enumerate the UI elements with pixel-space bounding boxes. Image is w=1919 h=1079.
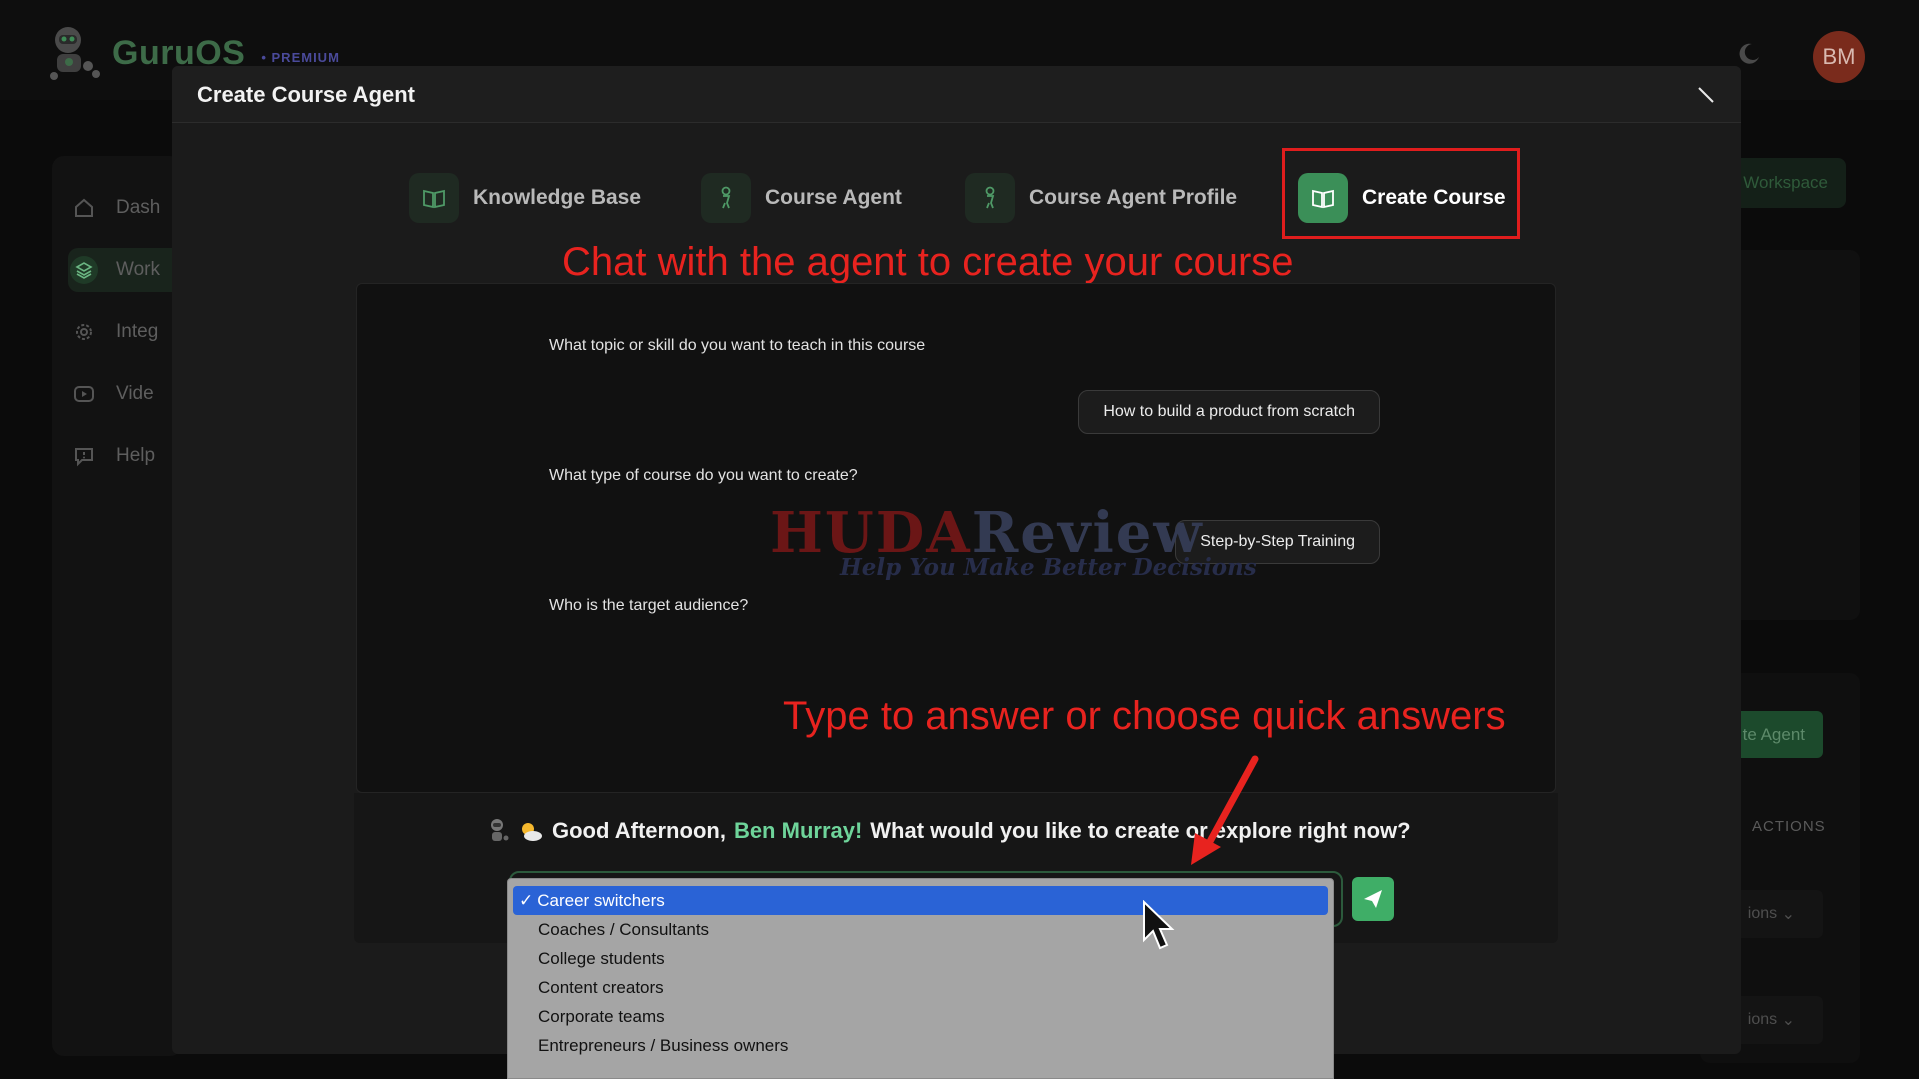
- chat-question: Who is the target audience?: [549, 597, 749, 614]
- robot-icon: [701, 173, 751, 223]
- step-label: Knowledge Base: [473, 186, 642, 209]
- greeting-suffix: What would you like to create or explore…: [870, 818, 1411, 843]
- robot-icon: [965, 173, 1015, 223]
- step-label: Course Agent: [765, 186, 902, 209]
- sidebar-item-label: Work: [116, 259, 160, 280]
- send-icon: [1364, 890, 1382, 908]
- sidebar-item-videos[interactable]: Vide: [68, 372, 154, 416]
- help-icon: [68, 440, 100, 472]
- sidebar: Dash Work Integ Vide Help: [52, 156, 182, 1056]
- chevron-down-icon: ⌄: [1781, 1012, 1795, 1029]
- dropdown-option-label: Corporate teams: [538, 1006, 665, 1026]
- dropdown-option[interactable]: Entrepreneurs / Business owners: [513, 1031, 1328, 1060]
- sidebar-item-label: Vide: [116, 383, 154, 404]
- watermark-tagline: Help You Make Better Decisions: [840, 554, 1257, 581]
- modal-header: Create Course Agent: [172, 66, 1741, 123]
- greeting-line: Good Afternoon, Ben Murray! What would y…: [486, 818, 1411, 844]
- avatar[interactable]: BM: [1813, 31, 1865, 83]
- greeting-prefix: Good Afternoon,: [552, 818, 726, 843]
- premium-badge: • PREMIUM: [261, 49, 340, 65]
- dropdown-option-label: Career switchers: [537, 890, 665, 910]
- annotation-top: Chat with the agent to create your cours…: [562, 240, 1294, 284]
- gear-icon: [68, 316, 100, 348]
- dropdown-option-label: Content creators: [538, 977, 664, 997]
- greeting-user-name: Ben Murray!: [733, 818, 863, 843]
- chevron-down-icon: ⌄: [1781, 906, 1795, 923]
- close-icon[interactable]: [1695, 84, 1717, 106]
- send-button[interactable]: [1352, 877, 1394, 921]
- create-agent-button[interactable]: te Agent: [1730, 711, 1823, 758]
- dropdown-option-label: Entrepreneurs / Business owners: [538, 1035, 789, 1055]
- audience-dropdown-list[interactable]: ✓ Career switchers Coaches / Consultants…: [507, 878, 1334, 1079]
- check-icon: ✓: [519, 890, 534, 910]
- modal-title: Create Course Agent: [197, 82, 416, 107]
- dropdown-option[interactable]: ✓ Career switchers: [513, 886, 1328, 915]
- actions-column-header: ACTIONS: [1752, 818, 1826, 835]
- options-label: ions: [1747, 905, 1778, 922]
- home-icon: [68, 192, 100, 224]
- robot-icon: [491, 819, 509, 841]
- sidebar-item-workspace[interactable]: Work: [68, 248, 182, 292]
- sidebar-item-help[interactable]: Help: [68, 434, 155, 478]
- options-label: ions: [1747, 1011, 1778, 1028]
- step-course-agent-profile[interactable]: Course Agent Profile: [965, 173, 1237, 223]
- dropdown-option[interactable]: Corporate teams: [513, 1002, 1328, 1031]
- dropdown-option[interactable]: Coaches / Consultants: [513, 915, 1328, 944]
- dropdown-option-label: Coaches / Consultants: [538, 919, 710, 939]
- step-course-agent[interactable]: Course Agent: [701, 173, 902, 223]
- step-label: Course Agent Profile: [1029, 186, 1238, 209]
- watermark: HUDAReview Help You Make Better Decision…: [770, 500, 1257, 581]
- sidebar-item-dashboard[interactable]: Dash: [68, 186, 160, 230]
- sidebar-item-label: Dash: [116, 197, 161, 218]
- moon-icon[interactable]: [1737, 42, 1761, 66]
- chat-question: What type of course do you want to creat…: [549, 467, 858, 484]
- options-dropdown[interactable]: ions ⌄: [1735, 996, 1823, 1044]
- options-dropdown[interactable]: ions ⌄: [1735, 890, 1823, 938]
- annotation-highlight-box: [1282, 148, 1520, 239]
- robot-logo-icon: [50, 27, 100, 80]
- dropdown-option[interactable]: College students: [513, 944, 1328, 973]
- sidebar-item-label: Help: [116, 445, 156, 466]
- annotation-bottom: Type to answer or choose quick answers: [783, 694, 1506, 738]
- sun-cloud-icon: [522, 823, 542, 841]
- sidebar-item-label: Integ: [116, 321, 159, 342]
- sidebar-item-integrations[interactable]: Integ: [68, 310, 158, 354]
- mouse-cursor-icon: [1143, 900, 1175, 950]
- dropdown-option-label: College students: [538, 948, 665, 968]
- video-icon: [68, 378, 100, 410]
- annotation-arrow-icon: [1191, 755, 1259, 865]
- layers-icon: [68, 254, 100, 286]
- dropdown-option[interactable]: Content creators: [513, 973, 1328, 1002]
- chat-question: What topic or skill do you want to teach…: [549, 337, 926, 354]
- chat-answer: How to build a product from scratch: [1078, 390, 1380, 434]
- step-knowledge-base[interactable]: Knowledge Base: [409, 173, 641, 223]
- book-icon: [409, 173, 459, 223]
